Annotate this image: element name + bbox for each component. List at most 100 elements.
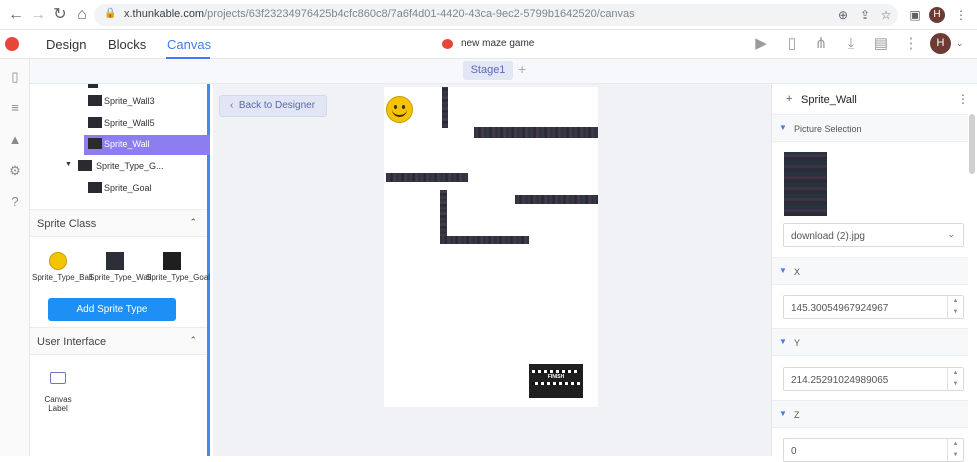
back-arrow-icon[interactable]: ← xyxy=(6,5,26,25)
z-section-header[interactable]: ▼ Z xyxy=(772,400,968,428)
sprite-type-ball[interactable]: Sprite_Type_Ball xyxy=(32,252,92,282)
checker-strip xyxy=(532,382,580,385)
wall-thumbnail-icon xyxy=(88,117,102,128)
goal-thumbnail-icon xyxy=(88,182,102,193)
stage-canvas[interactable]: FINISH xyxy=(384,87,598,407)
x-field[interactable]: 145.30054967924967 ▲ ▼ xyxy=(783,295,964,319)
canvas-label-icon[interactable] xyxy=(50,372,66,384)
plus-icon: + xyxy=(786,93,793,105)
tree-thumb-partial xyxy=(88,84,98,88)
user-interface-header[interactable]: User Interface ⌃ xyxy=(30,327,207,355)
url-text: x.thunkable.com/projects/63f23234976425b… xyxy=(124,8,635,20)
tab-canvas[interactable]: Canvas xyxy=(167,37,211,52)
download-icon[interactable]: ⤓ xyxy=(842,35,860,53)
tree-item-sprite-wall[interactable]: Sprite_Wall xyxy=(84,135,210,155)
chevron-up-icon[interactable]: ⌃ xyxy=(189,217,197,228)
chevron-up-icon[interactable]: ⌃ xyxy=(189,335,197,346)
chevron-left-icon: ‹ xyxy=(230,100,239,111)
picture-select[interactable]: download (2).jpg ⌄ xyxy=(783,223,964,247)
smiley-mouth xyxy=(392,109,407,117)
wall-sprite[interactable] xyxy=(386,173,468,182)
wall-sprite[interactable] xyxy=(515,195,598,204)
wall-sprite[interactable] xyxy=(474,127,598,138)
goal-sprite[interactable]: FINISH xyxy=(529,364,583,398)
number-stepper[interactable]: ▲ ▼ xyxy=(947,368,963,390)
caret-down-icon: ▼ xyxy=(779,266,787,275)
back-to-designer-button[interactable]: ‹ Back to Designer xyxy=(219,95,327,117)
tab-design[interactable]: Design xyxy=(46,37,86,52)
database-icon[interactable]: ≡ xyxy=(7,100,23,116)
bookmark-star-icon[interactable]: ☆ xyxy=(879,8,893,22)
wall-thumbnail-icon xyxy=(88,138,102,149)
x-section-header[interactable]: ▼ X xyxy=(772,257,968,285)
sprite-class-header[interactable]: Sprite Class ⌃ xyxy=(30,209,207,237)
home-icon[interactable]: ⌂ xyxy=(72,5,92,25)
ball-sprite[interactable] xyxy=(386,96,413,123)
wall-thumbnail-icon xyxy=(88,95,102,106)
smiley-icon xyxy=(49,252,67,270)
tree-item-sprite-wall5[interactable]: Sprite_Wall5 xyxy=(30,114,210,134)
user-avatar[interactable]: H xyxy=(930,33,951,54)
mobile-screen-icon[interactable]: ▯ xyxy=(7,69,23,85)
canvas-area: ‹ Back to Designer FINISH xyxy=(213,84,771,456)
add-stage-button[interactable]: + xyxy=(518,61,526,77)
docs-book-icon[interactable]: ▤ xyxy=(872,35,890,53)
forward-arrow-icon[interactable]: → xyxy=(28,5,48,25)
wall-icon xyxy=(106,252,124,270)
project-name[interactable]: new maze game xyxy=(461,38,534,49)
caret-down-icon: ▼ xyxy=(779,337,787,346)
wall-sprite[interactable] xyxy=(440,236,529,244)
project-icon xyxy=(442,39,453,49)
browser-profile-avatar[interactable]: H xyxy=(929,7,945,23)
share-icon[interactable]: ⇪ xyxy=(858,8,872,22)
number-stepper[interactable]: ▲ ▼ xyxy=(947,439,963,461)
chevron-down-icon[interactable]: ⌄ xyxy=(956,38,964,49)
more-options-icon[interactable]: ⋮ xyxy=(902,35,920,53)
chevron-down-icon[interactable]: ⌄ xyxy=(947,229,955,240)
wall-sprite[interactable] xyxy=(442,87,448,128)
left-rail: ▯ ≡ ▲ ⚙ ? xyxy=(0,59,30,456)
thunkable-logo-icon[interactable] xyxy=(5,37,19,51)
caret-down-icon: ▼ xyxy=(779,409,787,418)
properties-panel: + Sprite_Wall ⋮ ▼ Picture Selection down… xyxy=(771,84,977,462)
assets-image-icon[interactable]: ▲ xyxy=(7,132,23,148)
stage-tab[interactable]: Stage1 xyxy=(463,61,513,80)
add-sprite-type-button[interactable]: Add Sprite Type xyxy=(48,298,176,321)
finish-icon xyxy=(163,252,181,270)
browser-toolbar: ← → ↻ ⌂ 🔒 x.thunkable.com/projects/63f23… xyxy=(0,0,977,30)
properties-title: Sprite_Wall xyxy=(801,94,857,106)
sprite-type-wall[interactable]: Sprite_Type_Wall xyxy=(89,252,151,282)
y-section-header[interactable]: ▼ Y xyxy=(772,328,968,356)
y-field[interactable]: 214.25291024989065 ▲ ▼ xyxy=(783,367,964,391)
tree-item-sprite-type-goal[interactable]: ▼ Sprite_Type_G... xyxy=(30,157,210,177)
install-app-icon[interactable]: ⊕ xyxy=(836,8,850,22)
tab-blocks[interactable]: Blocks xyxy=(108,37,146,52)
address-bar[interactable]: 🔒 x.thunkable.com/projects/63f2323497642… xyxy=(94,4,898,26)
goal-thumbnail-icon xyxy=(78,160,92,171)
caret-down-icon[interactable]: ▼ xyxy=(65,161,72,168)
lock-icon: 🔒 xyxy=(104,8,117,19)
help-icon[interactable]: ? xyxy=(7,194,23,210)
share-icon[interactable]: ⋔ xyxy=(812,35,830,53)
number-stepper[interactable]: ▲ ▼ xyxy=(947,296,963,318)
scrollbar[interactable] xyxy=(969,114,975,174)
app-header: Design Blocks Canvas new maze game ▶ ▯ ⋔… xyxy=(0,30,977,59)
z-field[interactable]: 0 ▲ ▼ xyxy=(783,438,964,462)
picture-preview[interactable] xyxy=(784,152,827,216)
stage-bar: Stage1 + xyxy=(30,59,977,84)
play-icon[interactable]: ▶ xyxy=(752,35,770,53)
canvas-label-component[interactable]: Canvas Label xyxy=(36,395,80,413)
more-options-icon[interactable]: ⋮ xyxy=(957,92,969,106)
tree-item-sprite-goal[interactable]: Sprite_Goal xyxy=(30,179,210,199)
browser-menu-icon[interactable]: ⋮ xyxy=(954,8,968,22)
checker-strip xyxy=(532,370,580,373)
side-panel-icon[interactable]: ▣ xyxy=(908,8,922,22)
settings-gear-icon[interactable]: ⚙ xyxy=(7,163,23,179)
phone-preview-icon[interactable]: ▯ xyxy=(783,35,801,53)
sprite-type-goal[interactable]: Sprite_Type_Goal xyxy=(146,252,210,282)
reload-icon[interactable]: ↻ xyxy=(50,5,70,25)
caret-down-icon: ▼ xyxy=(779,123,787,132)
tree-item-sprite-wall3[interactable]: Sprite_Wall3 xyxy=(30,92,210,112)
left-panel: Sprite_Wall3 Sprite_Wall5 Sprite_Wall ▼ … xyxy=(30,84,210,456)
picture-selection-header[interactable]: ▼ Picture Selection xyxy=(772,114,968,142)
